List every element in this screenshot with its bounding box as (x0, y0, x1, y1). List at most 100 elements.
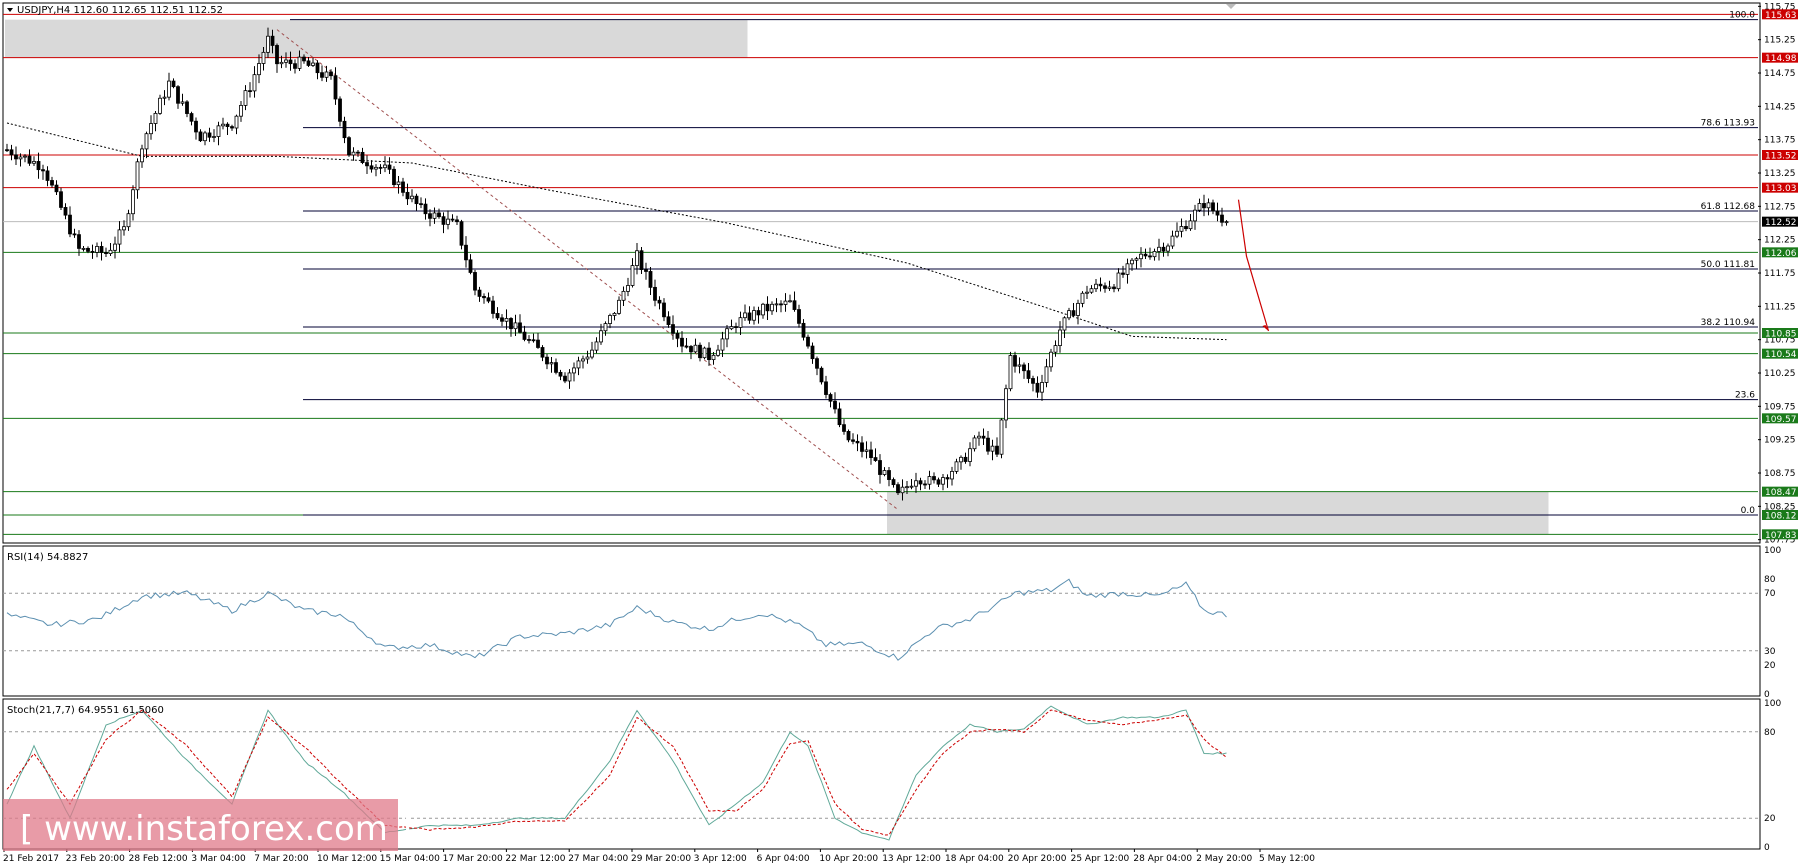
bear-candle-body (662, 302, 666, 318)
bear-candle-body (90, 250, 95, 253)
candle (158, 94, 162, 115)
bull-candle-body (1004, 388, 1008, 421)
bull-candle-body (266, 35, 270, 53)
candle (126, 209, 131, 231)
resistance-price-tag: 114.98 (1765, 54, 1797, 64)
bull-candle-body (549, 362, 554, 365)
scroll-marker-icon[interactable] (1226, 4, 1236, 9)
bear-candle-body (1026, 370, 1031, 379)
price-tick-label: 111.75 (1764, 269, 1796, 279)
bull-candle-body (612, 312, 617, 316)
bear-candle-body (680, 337, 684, 347)
candle (612, 312, 617, 321)
bull-candle-body (1166, 245, 1170, 252)
bull-candle-body (284, 59, 288, 63)
bull-candle-body (203, 132, 207, 142)
bull-candle-body (783, 300, 788, 305)
bull-candle-body (599, 330, 603, 343)
candle (801, 319, 806, 341)
bear-candle-body (801, 322, 806, 338)
candle (1175, 222, 1179, 239)
bear-candle-body (986, 437, 990, 452)
bull-candle-body (383, 164, 387, 169)
candle (1017, 357, 1022, 374)
candle (320, 65, 324, 82)
candle (63, 203, 68, 220)
bear-candle-body (1184, 226, 1188, 230)
candle (396, 175, 401, 194)
bull-candle-body (261, 51, 266, 64)
candle (221, 117, 225, 130)
bull-candle-body (1188, 220, 1193, 230)
collapse-triangle-icon[interactable] (7, 8, 13, 12)
watermark-text: [ www.instaforex.com ] (20, 809, 412, 849)
candle (360, 147, 365, 165)
bear-candle-body (765, 303, 770, 312)
bull-candle-body (581, 358, 585, 362)
candle (896, 482, 900, 496)
candle (59, 187, 63, 210)
candle (27, 149, 32, 166)
bull-candle-body (959, 456, 963, 463)
candle (639, 246, 644, 275)
bear-candle-body (189, 113, 194, 122)
bull-candle-body (950, 470, 954, 480)
bull-candle-body (1152, 251, 1157, 258)
indicator-tick-label: 0 (1764, 843, 1770, 853)
bear-candle-body (441, 216, 446, 225)
bull-candle-body (567, 372, 572, 382)
candle (1062, 316, 1067, 339)
price-chart-canvas[interactable]: 100.0 78.6 113.93 61.8 112.68 50.0 111.81 38… (0, 0, 1800, 868)
fib-label: 23.6 (1735, 391, 1755, 401)
current-price-tag: 112.52 (1765, 218, 1797, 228)
candle (693, 338, 698, 354)
bear-candle-body (365, 162, 369, 167)
candle (1085, 285, 1089, 299)
candle (311, 57, 315, 68)
bear-candle-body (104, 252, 108, 254)
bull-candle-body (635, 250, 639, 266)
candle (1125, 258, 1130, 284)
candle (774, 298, 779, 313)
bull-candle-body (1193, 209, 1197, 222)
bear-candle-body (851, 439, 855, 442)
candle (653, 279, 657, 307)
candles (5, 27, 1229, 501)
candle (860, 436, 864, 458)
bear-candle-body (185, 101, 189, 114)
candle (338, 96, 342, 127)
bull-candle-body (585, 356, 590, 360)
indicator-tick-label: 80 (1764, 575, 1776, 585)
trendline (276, 29, 899, 511)
candle (842, 419, 846, 435)
candle (72, 228, 77, 238)
bull-candle-body (864, 449, 869, 452)
price-tick-label: 112.25 (1764, 236, 1796, 246)
candle (999, 418, 1004, 459)
bear-candle-body (810, 345, 815, 360)
bull-candle-body (158, 97, 162, 114)
bear-candle-body (837, 408, 842, 426)
bear-candle-body (347, 137, 351, 156)
candle (828, 392, 833, 408)
bull-candle-body (257, 63, 261, 76)
bear-candle-body (9, 149, 14, 156)
bull-candle-body (410, 195, 414, 200)
bear-candle-body (405, 191, 410, 200)
bull-candle-body (977, 435, 981, 439)
bull-candle-body (927, 476, 932, 485)
candle (212, 129, 216, 143)
candle (1026, 362, 1031, 384)
candle (995, 437, 999, 458)
candle (239, 101, 243, 122)
candle (873, 448, 878, 462)
bear-candle-body (275, 45, 279, 65)
bull-candle-body (882, 470, 887, 475)
candle (387, 157, 392, 174)
bull-candle-body (1134, 258, 1139, 261)
candle (792, 291, 797, 312)
forecast-arrow (1237, 199, 1270, 332)
candle (230, 124, 234, 131)
bear-candle-body (342, 120, 347, 139)
candle (594, 337, 599, 354)
